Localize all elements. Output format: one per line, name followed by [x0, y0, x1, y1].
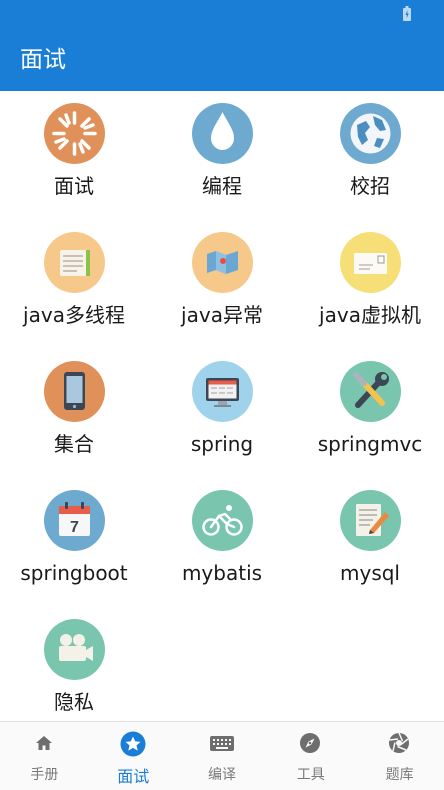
category-item-interview[interactable]: 面试 [0, 91, 148, 220]
sunburst-icon [44, 103, 105, 164]
nav-label: 题库 [385, 767, 414, 783]
nav-label: 工具 [296, 767, 325, 783]
nav-item-compile[interactable]: 编译 [178, 722, 267, 790]
page-title: 面试 [20, 47, 66, 73]
app-bar: 面试 [0, 0, 444, 91]
bicycle-icon [192, 490, 253, 551]
category-item-java-threads[interactable]: java多线程 [0, 220, 148, 349]
video-camera-icon [44, 619, 105, 680]
aperture-icon [389, 732, 410, 753]
category-label: 集合 [54, 432, 94, 456]
category-label: mysql [340, 561, 400, 585]
category-item-spring[interactable]: spring [148, 349, 296, 478]
category-label: mybatis [181, 561, 263, 585]
category-label: 面试 [54, 174, 94, 198]
calendar-day: 7 [70, 519, 79, 536]
category-item-java-vm[interactable]: java虚拟机 [296, 220, 444, 349]
tools-icon [340, 361, 401, 422]
nav-label: 编译 [207, 767, 236, 783]
monitor-icon [192, 361, 253, 422]
category-item-springmvc[interactable]: springmvc [296, 349, 444, 478]
category-item-mysql[interactable]: mysql [296, 478, 444, 607]
phone-icon [44, 361, 105, 422]
map-icon [192, 232, 253, 293]
category-item-java-exception[interactable]: java异常 [148, 220, 296, 349]
nav-label: 手册 [30, 767, 59, 783]
keyboard-icon [209, 736, 234, 751]
nav-item-question-bank[interactable]: 题库 [355, 722, 444, 790]
category-item-campus[interactable]: 校招 [296, 91, 444, 220]
category-label: 隐私 [54, 690, 94, 714]
category-label: java异常 [181, 303, 263, 327]
category-label: java虚拟机 [319, 303, 421, 327]
category-item-mybatis[interactable]: mybatis [148, 478, 296, 607]
globe-icon [340, 103, 401, 164]
document-edit-icon [340, 490, 401, 551]
envelope-icon [340, 232, 401, 293]
battery-icon [403, 6, 411, 21]
category-item-programming[interactable]: 编程 [148, 91, 296, 220]
compass-icon [300, 733, 321, 753]
category-item-privacy[interactable]: 隐私 [0, 607, 148, 736]
category-label: spring [190, 432, 254, 456]
category-label: springboot [20, 561, 128, 585]
category-label: java多线程 [23, 303, 125, 327]
nav-item-tools[interactable]: 工具 [266, 722, 355, 790]
nav-item-manual[interactable]: 手册 [0, 722, 89, 790]
nav-label: 面试 [117, 767, 150, 786]
category-item-springboot[interactable]: 7 springboot [0, 478, 148, 607]
category-label: 校招 [350, 174, 390, 198]
category-label: springmvc [317, 432, 423, 456]
notebook-icon [44, 232, 105, 293]
category-label: 编程 [202, 174, 242, 198]
bottom-navigation: 手册 面试 编译 工具 题库 [0, 721, 444, 790]
category-item-collections[interactable]: 集合 [0, 349, 148, 478]
calendar-icon: 7 [44, 490, 105, 551]
nav-item-interview[interactable]: 面试 [89, 722, 178, 790]
star-icon [120, 731, 146, 757]
home-icon [36, 736, 52, 750]
water-drop-icon [192, 103, 253, 164]
